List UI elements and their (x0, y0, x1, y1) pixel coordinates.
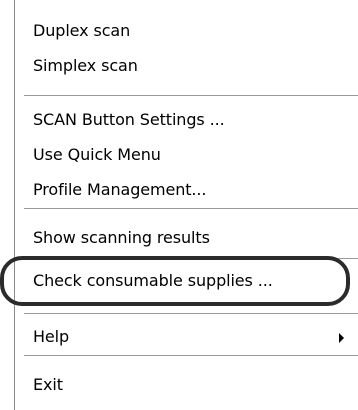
submenu-arrow-icon (339, 333, 344, 343)
menu-item-show-scanning-results[interactable]: Show scanning results (33, 228, 210, 248)
menu-separator (24, 355, 358, 357)
menu-item-help[interactable]: Help (33, 327, 69, 347)
menu-item-exit[interactable]: Exit (33, 375, 63, 395)
menu-item-check-consumable-supplies[interactable]: Check consumable supplies ... (33, 271, 273, 291)
menu-item-profile-management[interactable]: Profile Management... (33, 180, 207, 200)
menu-item-use-quick-menu[interactable]: Use Quick Menu (33, 145, 161, 165)
menu-separator (24, 313, 358, 315)
menu-separator (24, 208, 358, 210)
menu-item-scan-button-settings[interactable]: SCAN Button Settings ... (33, 110, 225, 130)
menu-item-duplex-scan[interactable]: Duplex scan (33, 21, 130, 41)
menu-separator (24, 95, 358, 97)
menu-left-border (14, 0, 15, 410)
menu-item-simplex-scan[interactable]: Simplex scan (33, 56, 138, 76)
